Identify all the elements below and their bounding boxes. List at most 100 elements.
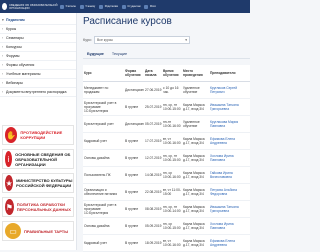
site-logo[interactable]: СВЕДЕНИЯ ОБ ОБРАЗОВАТЕЛЬНОЙ ОРГАНИЗАЦИИ bbox=[0, 0, 60, 13]
start-date: 08.08.2019 bbox=[144, 200, 162, 218]
start-date: 22.08.2019 bbox=[144, 183, 162, 201]
course-link[interactable]: Бухгалтерский учет в программе 1С:Бухгал… bbox=[83, 98, 124, 116]
banner-privacy-policy[interactable]: ⚑ Политика обработки персональных данных bbox=[2, 197, 74, 217]
study-form: В группе bbox=[124, 217, 144, 235]
page-title: Расписание курсов bbox=[83, 16, 172, 27]
start-date: 25.07.2019 bbox=[144, 98, 162, 116]
chevron-down-icon: ▾ bbox=[185, 38, 187, 42]
info-icon: i bbox=[5, 151, 13, 167]
course-link[interactable]: Менеджмент по продажам bbox=[83, 81, 124, 99]
teacher-link[interactable]: Кругликова Мария Павловна bbox=[209, 115, 250, 133]
sidebar-item-study-forms[interactable]: › Формы обучения bbox=[0, 61, 76, 70]
column-header-start-date[interactable]: Дата начала bbox=[144, 65, 162, 82]
column-header-form[interactable]: Форма обучения bbox=[124, 65, 144, 82]
nav-item-parents[interactable]: Родителям bbox=[99, 4, 118, 9]
top-nav: Учителю Ученику Родителям Студентам Фото bbox=[60, 4, 160, 9]
chevron-right-icon: › bbox=[2, 63, 4, 67]
column-header-course[interactable]: Курс bbox=[83, 65, 124, 82]
nav-item-teacher[interactable]: Учителю bbox=[60, 4, 76, 9]
chevron-right-icon: › bbox=[2, 27, 4, 31]
table-row: Основы дизайна В группе 12.07.2019 пн, с… bbox=[83, 149, 250, 167]
chevron-right-icon: › bbox=[2, 81, 4, 85]
course-link[interactable]: Кадровый учет bbox=[83, 234, 124, 252]
study-time: пн, ср, пт 10:00-14:00 bbox=[162, 200, 182, 218]
study-form: В группе bbox=[124, 149, 144, 167]
study-time: с 10 до 16 час. bbox=[162, 81, 182, 99]
teacher-link[interactable]: Петрова Альбина Федоровна bbox=[209, 183, 250, 201]
start-date: 05.07.2019 bbox=[144, 115, 162, 133]
sidebar-item-materials[interactable]: › Учебные материалы bbox=[0, 70, 76, 79]
photo-icon bbox=[144, 4, 149, 9]
sidebar-item-contests[interactable]: › Конкурсы bbox=[0, 43, 76, 52]
study-time: пн, ср, пт 10:00-15:00 bbox=[162, 98, 182, 116]
start-date: 14.08.2019 bbox=[144, 166, 162, 184]
study-place: Карла Маркса д.17, вход 3/4 bbox=[182, 217, 209, 235]
course-link[interactable]: Пользователь ПК bbox=[83, 166, 124, 184]
study-time: пн, ср 10:00-15:00 bbox=[162, 217, 182, 235]
sidebar-item-webinars[interactable]: › Вебинары bbox=[0, 79, 76, 88]
study-form: В группе bbox=[124, 200, 144, 218]
table-row: Пользователь ПК В группе 14.08.2019 пн, … bbox=[83, 166, 250, 184]
banner-organization-info[interactable]: i Основные сведения об образовательной о… bbox=[2, 149, 74, 169]
chevron-right-icon: › bbox=[2, 36, 4, 40]
sidebar-item-teachers[interactable]: ▾ Педагогам bbox=[0, 16, 76, 25]
study-time: вт, чт 11:00-15:00 bbox=[162, 183, 182, 201]
column-header-time[interactable]: Время обучения bbox=[162, 65, 182, 82]
nav-item-students[interactable]: Студентам bbox=[121, 4, 140, 9]
study-place: Удаленное обучение bbox=[182, 115, 209, 133]
sidebar-menu: ▾ Педагогам › Курсы › Семинары › Конкурсы › Ф… bbox=[0, 13, 76, 97]
study-time: пн, ср, пт 10:00-15:00 bbox=[162, 149, 182, 167]
schedule-table: Курс Форма обучения Дата начала Время об… bbox=[83, 65, 250, 252]
sidebar-banners: ✋ Противодействие коррупции i Основные с… bbox=[2, 125, 74, 245]
teacher-link[interactable]: Ефимова Елена Андреевна bbox=[209, 234, 250, 252]
course-link[interactable]: Основы дизайна bbox=[83, 217, 124, 235]
student-icon bbox=[79, 4, 84, 9]
sidebar-item-forums[interactable]: › Форумы bbox=[0, 52, 76, 61]
sidebar-item-courses[interactable]: › Курсы bbox=[0, 25, 76, 34]
teacher-link[interactable]: Хохлова Ирина Павловна bbox=[209, 217, 250, 235]
table-row: Основы дизайна В группе 05.09.2019 пн, с… bbox=[83, 217, 250, 235]
column-header-place[interactable]: Место проведения bbox=[182, 65, 209, 82]
course-link[interactable]: Организация и обеспечение питания bbox=[83, 183, 124, 201]
banner-cards[interactable]: ▭ Правильные тарты bbox=[2, 221, 74, 241]
study-form: Дистанционно bbox=[124, 115, 144, 133]
teacher-link[interactable]: Ефимова Елена Андреевна bbox=[209, 132, 250, 150]
chevron-right-icon: › bbox=[2, 54, 4, 58]
teacher-link[interactable]: Кругликов Сергей Петрович bbox=[209, 81, 250, 99]
start-date: 12.07.2019 bbox=[144, 149, 162, 167]
nav-item-photo[interactable]: Фото bbox=[144, 4, 156, 9]
sidebar-item-seminars[interactable]: › Семинары bbox=[0, 34, 76, 43]
table-row: Организация и обеспечение питания В груп… bbox=[83, 183, 250, 201]
teacher-link[interactable]: Гайкова Ирина Вячеславовна bbox=[209, 166, 250, 184]
table-row: Бухгалтерский учет в программе 1С:Бухгал… bbox=[83, 98, 250, 116]
course-filter-select[interactable]: Все курсы ▾ bbox=[94, 36, 190, 44]
course-link[interactable]: Бухгалтерский учет в программе 1С:Бухгал… bbox=[83, 200, 124, 218]
teacher-link[interactable]: Ивашкина Татьяна Григорьевна bbox=[209, 98, 250, 116]
start-date: 05.09.2019 bbox=[144, 217, 162, 235]
study-time: пн-пт 10:00-16:00 bbox=[162, 115, 182, 133]
table-row: Бухгалтерский учет Дистанционно 05.07.20… bbox=[83, 115, 250, 133]
course-link[interactable]: Основы дизайна bbox=[83, 149, 124, 167]
study-place: Карла Маркса д.17, вход 3/4 bbox=[182, 234, 209, 252]
study-place: Карла Маркса д.17, вход 3/4 bbox=[182, 166, 209, 184]
start-date: 18.09.2019 bbox=[144, 234, 162, 252]
parents-icon bbox=[99, 4, 104, 9]
study-form: В группе bbox=[124, 234, 144, 252]
logo-text: СВЕДЕНИЯ ОБ ОБРАЗОВАТЕЛЬНОЙ ОРГАНИЗАЦИИ bbox=[9, 3, 58, 10]
teacher-link[interactable]: Ивашкина Татьяна Григорьевна bbox=[209, 200, 250, 218]
teacher-link[interactable]: Хохлова Ирина Павловна bbox=[209, 149, 250, 167]
nav-item-student[interactable]: Ученику bbox=[79, 4, 95, 9]
column-header-teachers[interactable]: Преподаватели bbox=[209, 65, 250, 82]
study-place: Удаленное обучение bbox=[182, 81, 209, 99]
chevron-right-icon: › bbox=[2, 45, 4, 49]
study-place: Карла Маркса д.17, вход 3/4 bbox=[182, 132, 209, 150]
start-date: 27.06.2019 bbox=[144, 81, 162, 99]
banner-ministry-culture[interactable]: ★ Министерство культуры Российской Федер… bbox=[2, 173, 74, 193]
course-link[interactable]: Бухгалтерский учет bbox=[83, 115, 124, 133]
study-place: Карла Маркса д.17, вход 3/4 bbox=[182, 98, 209, 116]
sidebar-item-documents[interactable]: › Документы внутреннего распорядка bbox=[0, 88, 76, 97]
banner-anticorruption[interactable]: ✋ Противодействие коррупции bbox=[2, 125, 74, 145]
study-form: В группе bbox=[124, 98, 144, 116]
course-link[interactable]: Кадровый учет bbox=[83, 132, 124, 150]
table-row: Менеджмент по продажам Дистанционно 27.0… bbox=[83, 81, 250, 99]
